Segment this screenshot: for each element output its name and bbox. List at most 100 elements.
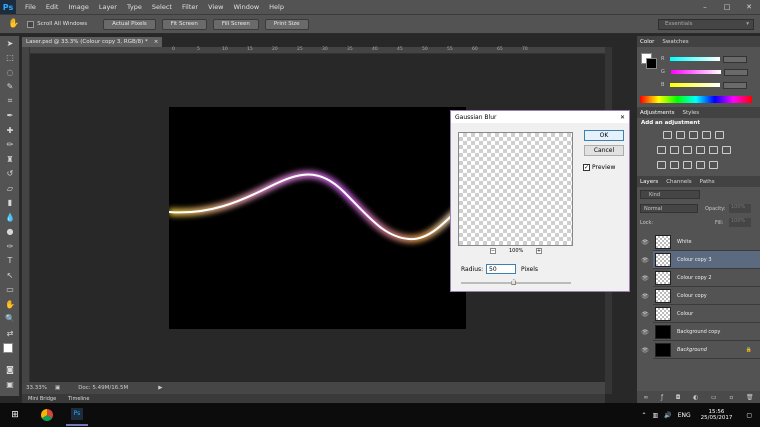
eyedropper-tool-icon[interactable]: ✒ [0, 109, 20, 124]
layer-row[interactable]: White [653, 233, 760, 251]
history-brush-tool-icon[interactable]: ↺ [0, 167, 20, 182]
document-canvas[interactable] [169, 107, 466, 329]
curves-icon[interactable] [689, 131, 698, 139]
layer-row[interactable]: Colour copy 3 [653, 251, 760, 269]
trash-icon[interactable]: 🗑 [746, 394, 754, 401]
dodge-tool-icon[interactable]: ● [0, 225, 20, 240]
brush-tool-icon[interactable]: ✏ [0, 138, 20, 153]
crop-tool-icon[interactable]: ⌗ [0, 94, 20, 109]
invert-icon[interactable] [657, 161, 666, 169]
eye-icon[interactable]: 👁 [640, 233, 650, 251]
fit-screen-button[interactable]: Fit Screen [161, 18, 207, 30]
close-icon[interactable]: ✕ [620, 114, 625, 121]
selective-color-icon[interactable] [709, 161, 718, 169]
notifications-icon[interactable]: ▢ [746, 412, 752, 419]
blue-slider[interactable]: B [661, 81, 756, 89]
link-layers-icon[interactable]: ∞ [643, 394, 648, 401]
type-tool-icon[interactable]: T [0, 254, 20, 269]
tab-swatches[interactable]: Swatches [662, 39, 688, 45]
color-spectrum[interactable] [640, 96, 752, 103]
ok-button[interactable]: OK [584, 130, 624, 141]
gradient-tool-icon[interactable]: ▮ [0, 196, 20, 211]
lasso-tool-icon[interactable]: ◌ [0, 65, 20, 80]
blue-value[interactable] [723, 81, 748, 89]
menu-edit[interactable]: Edit [41, 3, 64, 11]
gradient-map-icon[interactable] [696, 161, 705, 169]
zoom-out-icon[interactable]: − [490, 248, 496, 254]
language-indicator[interactable]: ENG [678, 412, 691, 419]
cancel-button[interactable]: Cancel [584, 145, 624, 156]
menu-file[interactable]: File [20, 3, 41, 11]
red-slider[interactable]: R [661, 55, 756, 63]
chrome-icon[interactable] [36, 404, 58, 426]
hand-tool-icon[interactable]: ✋ [0, 297, 20, 312]
workspace-select[interactable]: Essentials ▾ [658, 18, 754, 30]
menu-help[interactable]: Help [264, 3, 289, 11]
layer-row[interactable]: Background 🔒 [653, 341, 760, 359]
eye-icon[interactable]: 👁 [640, 251, 650, 269]
vibrance-icon[interactable] [715, 131, 724, 139]
eye-icon[interactable]: 👁 [640, 323, 650, 341]
levels-icon[interactable] [676, 131, 685, 139]
opacity-input[interactable]: 100% [729, 204, 751, 213]
eye-icon[interactable]: 👁 [640, 269, 650, 287]
move-tool-icon[interactable]: ➤ [0, 36, 20, 51]
tab-timeline[interactable]: Timeline [62, 396, 95, 402]
tab-mini-bridge[interactable]: Mini Bridge [22, 396, 62, 402]
black-white-icon[interactable] [683, 146, 692, 154]
document-tab[interactable]: Laser.psd @ 33.3% (Colour copy 3, RGB/8)… [22, 37, 162, 47]
tab-styles[interactable]: Styles [682, 110, 699, 116]
fx-icon[interactable]: ƒ [661, 394, 663, 401]
swap-colors-icon[interactable]: ⇄ [0, 326, 20, 341]
color-swatches[interactable] [0, 341, 19, 363]
shape-tool-icon[interactable]: ▭ [0, 283, 20, 298]
status-info-icon[interactable]: ▣ [55, 385, 60, 391]
zoom-level[interactable]: 33.33% [26, 385, 47, 391]
red-value[interactable] [723, 55, 748, 63]
clock[interactable]: 15:56 25/05/2017 [701, 409, 733, 421]
background-color-swatch[interactable] [646, 58, 657, 69]
windows-start-icon[interactable]: ⊞ [4, 404, 26, 426]
quick-mask-icon[interactable]: ◙ [0, 363, 20, 378]
menu-window[interactable]: Window [229, 3, 265, 11]
tab-adjustments[interactable]: Adjustments [640, 110, 674, 116]
tab-channels[interactable]: Channels [666, 179, 691, 185]
photoshop-taskbar-icon[interactable]: Ps [66, 404, 88, 426]
add-mask-icon[interactable]: ◘ [676, 394, 681, 401]
minimize-button[interactable]: – [694, 3, 716, 11]
layer-row[interactable]: Colour copy 2 [653, 269, 760, 287]
fill-screen-button[interactable]: Fill Screen [212, 18, 259, 30]
stamp-tool-icon[interactable]: ♜ [0, 152, 20, 167]
brightness-icon[interactable] [663, 131, 672, 139]
layer-row[interactable]: Colour [653, 305, 760, 323]
healing-tool-icon[interactable]: ✚ [0, 123, 20, 138]
photo-filter-icon[interactable] [696, 146, 705, 154]
volume-icon[interactable]: 🔊 [664, 412, 671, 419]
threshold-icon[interactable] [683, 161, 692, 169]
maximize-button[interactable]: □ [716, 3, 738, 11]
tab-layers[interactable]: Layers [640, 179, 658, 185]
blur-preview[interactable] [458, 132, 573, 246]
layer-row[interactable]: Background copy [653, 323, 760, 341]
layer-filter-select[interactable]: Kind [640, 190, 700, 199]
pen-tool-icon[interactable]: ✑ [0, 239, 20, 254]
scroll-all-checkbox[interactable] [27, 20, 35, 28]
screen-mode-icon[interactable]: ▣ [0, 377, 20, 392]
eye-icon[interactable]: 👁 [640, 287, 650, 305]
menu-filter[interactable]: Filter [177, 3, 203, 11]
exposure-icon[interactable] [702, 131, 711, 139]
status-menu-arrow-icon[interactable]: ▶ [158, 385, 162, 391]
channel-mixer-icon[interactable] [709, 146, 718, 154]
color-lookup-icon[interactable] [722, 146, 731, 154]
zoom-in-icon[interactable]: + [536, 248, 542, 254]
new-group-icon[interactable]: ▭ [711, 394, 717, 401]
layer-row[interactable]: Colour copy [653, 287, 760, 305]
actual-pixels-button[interactable]: Actual Pixels [103, 18, 156, 30]
radius-slider-thumb[interactable] [511, 279, 517, 285]
preview-toggle[interactable]: ✓ Preview [583, 164, 615, 171]
menu-image[interactable]: Image [63, 3, 93, 11]
new-adjustment-icon[interactable]: ◐ [693, 394, 698, 401]
eye-icon[interactable]: 👁 [640, 341, 650, 359]
quick-select-tool-icon[interactable]: ✎ [0, 80, 20, 95]
radius-input[interactable]: 50 [486, 264, 516, 274]
